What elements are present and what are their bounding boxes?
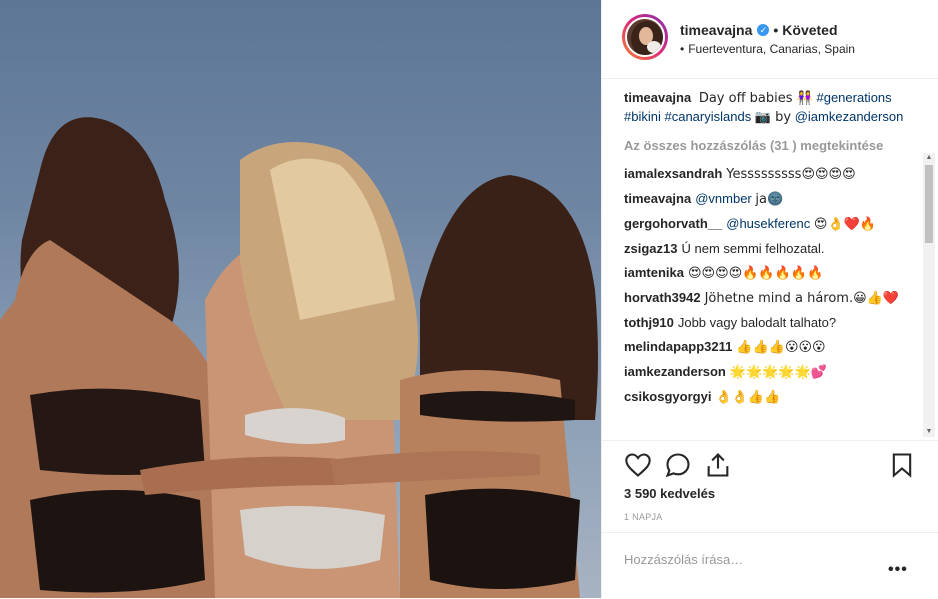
heart-icon[interactable] [624, 451, 652, 479]
comment-username[interactable]: iamalexsandrah [624, 166, 722, 181]
view-all-comments-link[interactable]: Az összes hozzászólás (31 ) megtekintése [624, 137, 921, 155]
header-username[interactable]: timeavajna [680, 22, 752, 38]
comment-username[interactable]: tothj910 [624, 315, 674, 330]
post-details-panel: timeavajna ✓ • Követed Fuerteventura, Ca… [601, 0, 938, 598]
comment-text: ja🌚 [755, 192, 784, 207]
add-comment-section: ••• [602, 532, 938, 599]
list-item: horvath3942 Jöhetne mind a három.😀👍❤️ [624, 289, 921, 308]
photo-illustration [0, 117, 598, 598]
caption-text: Day off babies 👭 [698, 91, 813, 106]
share-icon[interactable] [704, 451, 732, 479]
follow-button[interactable]: Követed [782, 22, 837, 38]
comment-text: 👌👌👍👍 [715, 390, 781, 405]
comment-username[interactable]: timeavajna [624, 191, 691, 206]
comment-username[interactable]: iamkezanderson [624, 364, 726, 379]
comment-username[interactable]: horvath3942 [624, 290, 701, 305]
list-item: iamtenika 😍😍😍😍🔥🔥🔥🔥🔥 [624, 264, 921, 283]
location-link[interactable]: Fuerteventura, Canarias, Spain [680, 42, 855, 56]
hashtag-generations[interactable]: #generations [816, 90, 891, 105]
comment-username[interactable]: gergohorvath__ [624, 216, 722, 231]
comment-text: 👍👍👍😮😮😮 [736, 340, 826, 355]
comment-text: 😍👌❤️🔥 [813, 217, 877, 232]
scroll-up-arrow-icon[interactable]: ▲ [923, 153, 935, 163]
comment-text: 🌟🌟🌟🌟🌟💕 [729, 365, 827, 380]
comment-mention[interactable]: @husekferenc [726, 216, 810, 231]
post: timeavajna ✓ • Követed Fuerteventura, Ca… [0, 0, 938, 598]
verified-badge-icon: ✓ [757, 24, 770, 36]
list-item: melindapapp3211 👍👍👍😮😮😮 [624, 338, 921, 357]
list-item: gergohorvath__ @husekferenc 😍👌❤️🔥 [624, 215, 921, 234]
list-item: timeavajna @vnmber ja🌚 [624, 190, 921, 209]
comment-text: Yesssssssss😍😍😍😍 [726, 167, 856, 182]
scrollbar-thumb[interactable] [925, 165, 933, 243]
list-item: zsigaz13 Ú nem semmi felhozatal. [624, 240, 921, 258]
comment-username[interactable]: zsigaz13 [624, 241, 677, 256]
avatar-image [625, 17, 665, 57]
comment-text: Ú nem semmi felhozatal. [681, 241, 825, 256]
bookmark-icon[interactable] [888, 451, 916, 479]
comment-username[interactable]: iamtenika [624, 265, 684, 280]
caption-mention[interactable]: @iamkezanderson [795, 109, 904, 124]
comment-icon[interactable] [664, 451, 692, 479]
header-user-line: timeavajna ✓ • Követed [680, 22, 838, 38]
comment-username[interactable]: melindapapp3211 [624, 339, 732, 354]
post-caption: timeavajna Day off babies 👭 #generations… [624, 89, 921, 127]
list-item: iamkezanderson 🌟🌟🌟🌟🌟💕 [624, 363, 921, 382]
scroll-down-arrow-icon[interactable]: ▼ [923, 427, 935, 437]
header-separator: • [773, 22, 779, 38]
caption-username[interactable]: timeavajna [624, 90, 691, 105]
comment-text: Jobb vagy balodalt talhato? [677, 315, 837, 330]
post-header: timeavajna ✓ • Követed Fuerteventura, Ca… [602, 0, 938, 79]
comments-list[interactable]: timeavajna Day off babies 👭 #generations… [602, 79, 921, 439]
avatar[interactable] [622, 14, 668, 60]
comment-input[interactable] [624, 547, 874, 571]
comment-text: 😍😍😍😍🔥🔥🔥🔥🔥 [687, 266, 824, 281]
comment-mention[interactable]: @vnmber [695, 191, 752, 206]
more-options-icon[interactable]: ••• [888, 561, 908, 579]
post-actions [602, 440, 938, 491]
hashtag-canaryislands[interactable]: #canaryislands [664, 109, 751, 124]
likes-count[interactable]: 3 590 kedvelés [624, 486, 715, 501]
list-item: tothj910 Jobb vagy balodalt talhato? [624, 314, 921, 332]
hashtag-bikini[interactable]: #bikini [624, 109, 661, 124]
post-photo[interactable] [0, 0, 601, 598]
comments-scrollbar[interactable]: ▲ ▼ [923, 153, 935, 437]
post-timestamp: 1 NAPJA [624, 512, 663, 522]
comment-username[interactable]: csikosgyorgyi [624, 389, 711, 404]
comment-text: Jöhetne mind a három.😀👍❤️ [704, 291, 900, 306]
list-item: csikosgyorgyi 👌👌👍👍 [624, 388, 921, 407]
caption-text-credit: 📷 by [754, 110, 792, 125]
list-item: iamalexsandrah Yesssssssss😍😍😍😍 [624, 165, 921, 184]
